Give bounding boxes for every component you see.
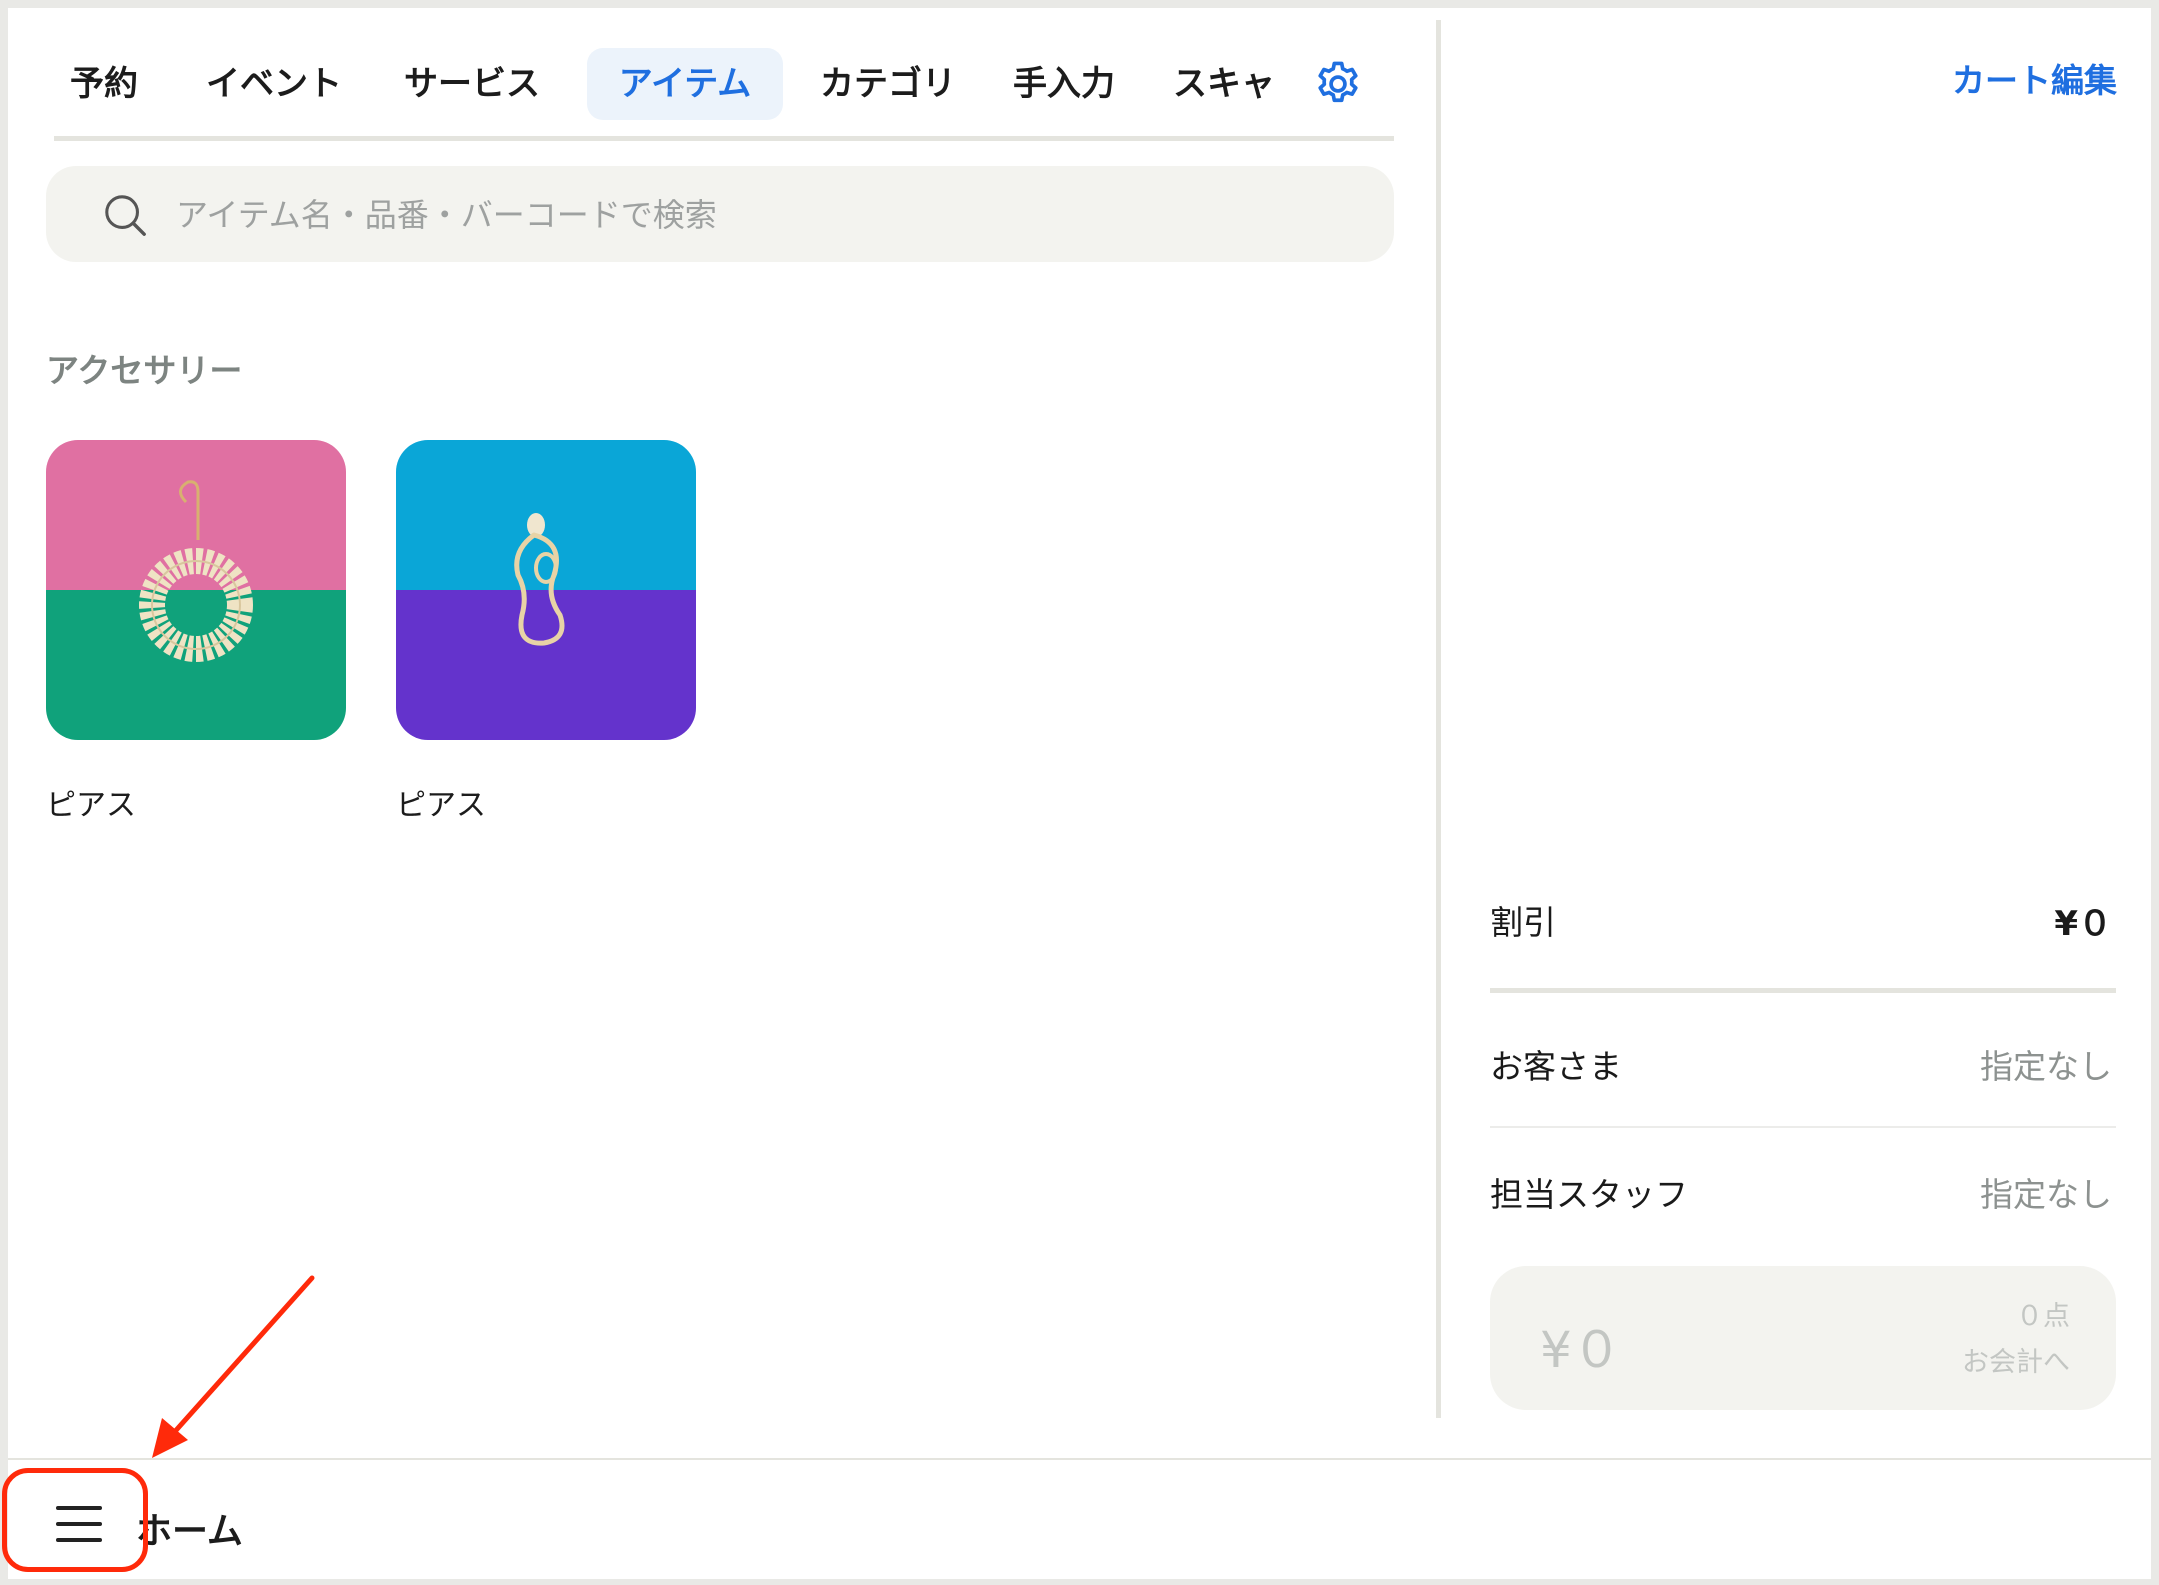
checkout-count: ０点 bbox=[2016, 1301, 2070, 1332]
customer-value: 指定なし bbox=[1980, 1047, 2112, 1086]
divider bbox=[1490, 1126, 2116, 1128]
search-bar bbox=[46, 166, 1394, 264]
search-icon bbox=[105, 195, 146, 236]
cart-edit-button[interactable]: カート編集 bbox=[1952, 54, 2117, 102]
checkout-amount: ¥０ bbox=[1540, 1321, 1622, 1379]
section-title: アクセサリー bbox=[46, 351, 243, 390]
item-label: ピアス bbox=[46, 788, 136, 823]
discount-value: ¥０ bbox=[2054, 904, 2112, 944]
tab-manual-input[interactable]: 手入力 bbox=[1004, 48, 1124, 120]
earring-hoop-image bbox=[139, 480, 253, 662]
pane-divider bbox=[1436, 20, 1441, 1418]
tab-item[interactable]: アイテム bbox=[587, 48, 783, 120]
annotation-highlight-box bbox=[2, 1468, 148, 1572]
bottom-bar: ホーム bbox=[8, 1458, 2151, 1579]
tab-service[interactable]: サービス bbox=[392, 48, 552, 120]
gear-icon[interactable] bbox=[1312, 58, 1364, 110]
discount-label: 割引 bbox=[1490, 903, 1556, 942]
tab-reservation[interactable]: 予約 bbox=[54, 48, 154, 120]
item-card[interactable]: ピアス bbox=[396, 440, 696, 824]
annotation-arrow-icon bbox=[152, 1275, 315, 1458]
item-thumbnail bbox=[396, 440, 696, 740]
item-thumbnail bbox=[46, 440, 346, 740]
category-tabs: 予約 イベント サービス アイテム カテゴリ 手入力 スキャ bbox=[54, 46, 1394, 141]
earring-wave-image bbox=[514, 513, 565, 646]
item-label: ピアス bbox=[396, 788, 486, 823]
checkout-label: お会計へ bbox=[1962, 1347, 2070, 1378]
tab-category[interactable]: カテゴリ bbox=[808, 48, 968, 120]
staff-value: 指定なし bbox=[1980, 1175, 2112, 1214]
search-input[interactable] bbox=[174, 166, 1358, 264]
home-label: ホーム bbox=[136, 1511, 243, 1552]
tab-scan[interactable]: スキャ bbox=[1164, 48, 1284, 120]
checkout-button[interactable]: ¥０ ０点 お会計へ bbox=[1490, 1266, 2116, 1410]
staff-label: 担当スタッフ bbox=[1490, 1175, 1688, 1214]
item-card[interactable]: ピアス bbox=[46, 440, 346, 824]
customer-label: お客さま bbox=[1490, 1047, 1622, 1086]
divider bbox=[1490, 988, 2116, 993]
tab-event[interactable]: イベント bbox=[194, 48, 354, 120]
